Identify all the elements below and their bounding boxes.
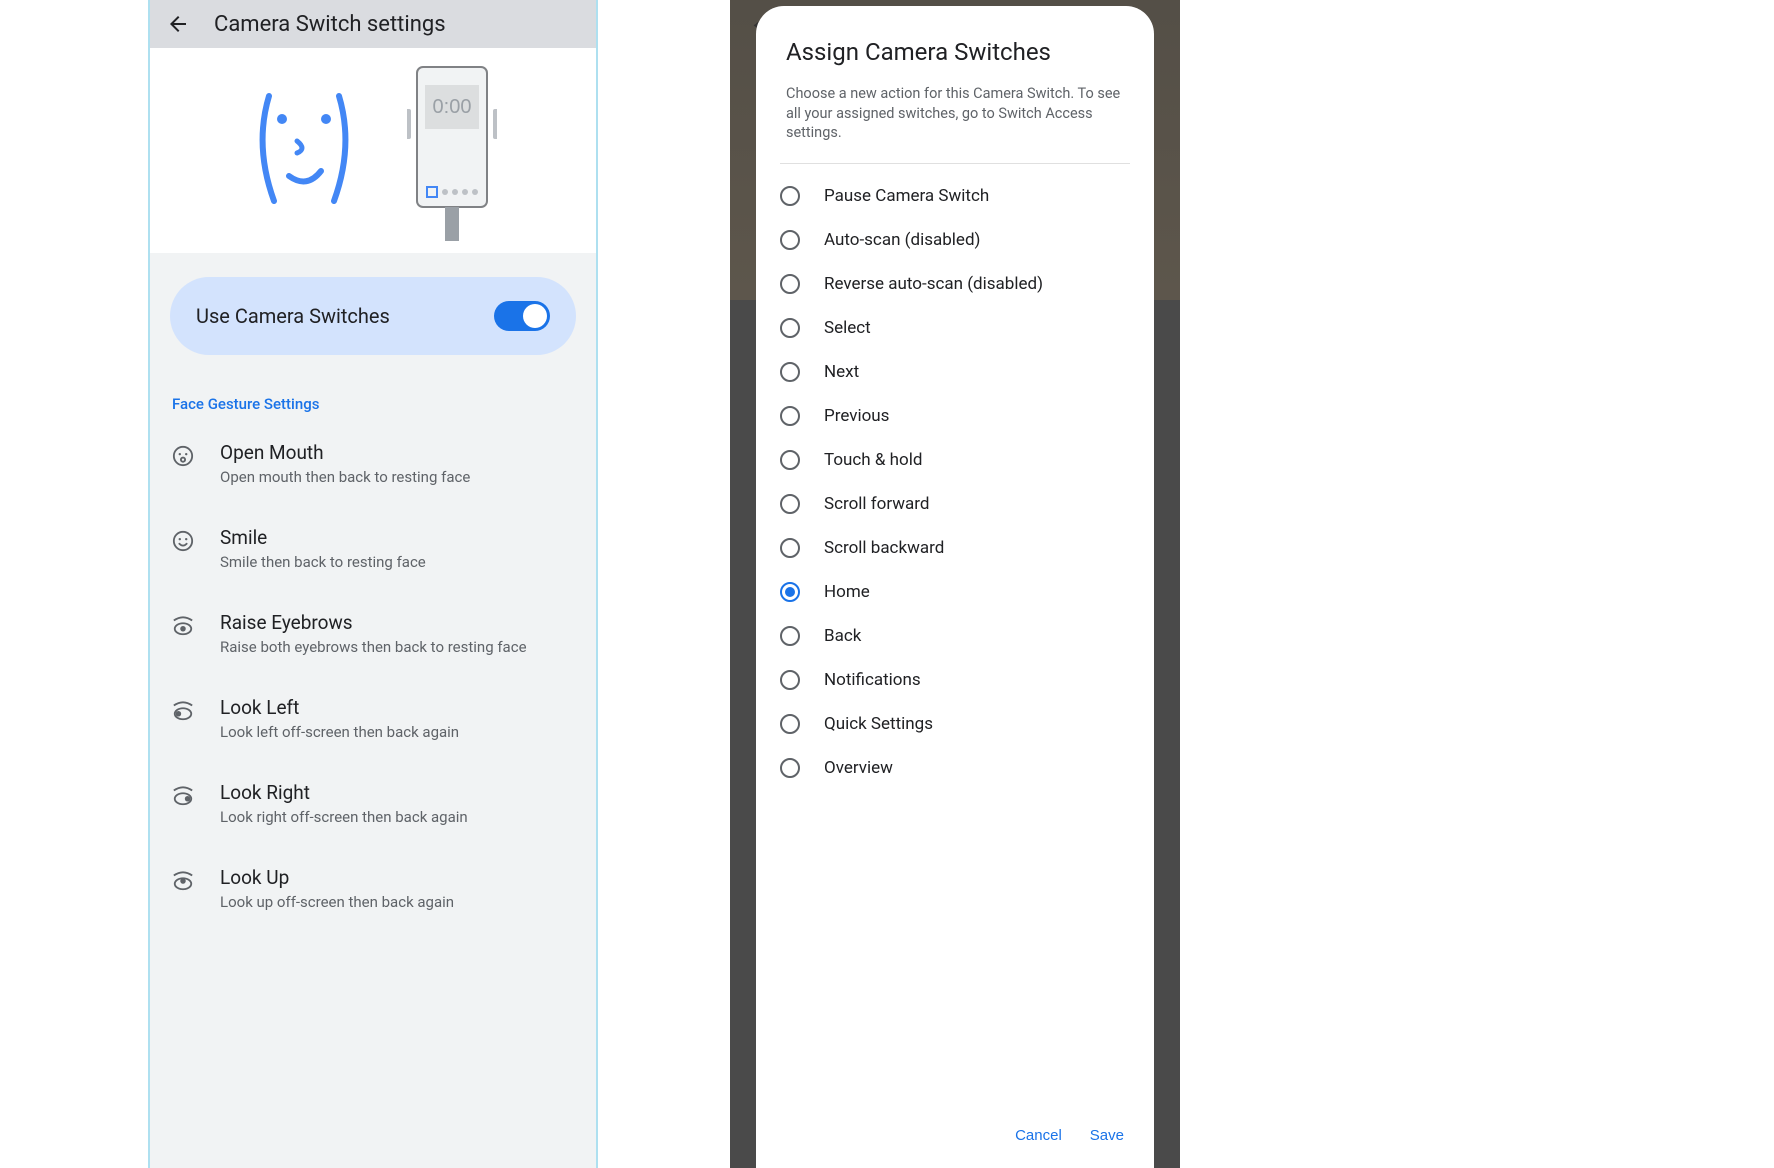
look-right-icon	[172, 785, 194, 807]
radio-option-overview[interactable]: Overview	[756, 746, 1154, 790]
radio-label: Touch & hold	[824, 450, 922, 470]
gesture-description: Look right off-screen then back again	[220, 808, 574, 826]
header-bar: Camera Switch settings	[150, 0, 596, 48]
gesture-title: Look Right	[220, 781, 574, 804]
svg-text:0:00: 0:00	[433, 96, 472, 118]
radio-label: Previous	[824, 406, 889, 426]
smile-icon	[172, 530, 194, 552]
radio-icon	[780, 714, 800, 734]
radio-icon	[780, 318, 800, 338]
radio-option-previous[interactable]: Previous	[756, 394, 1154, 438]
radio-icon	[780, 758, 800, 778]
face-icon	[249, 81, 359, 221]
settings-screen: Camera Switch settings 0:00 Use Camera S…	[148, 0, 598, 1168]
gesture-description: Look left off-screen then back again	[220, 723, 574, 741]
illustration-panel: 0:00	[150, 48, 596, 253]
radio-icon	[780, 538, 800, 558]
radio-icon	[780, 494, 800, 514]
gesture-description: Raise both eyebrows then back to resting…	[220, 638, 574, 656]
radio-label: Reverse auto-scan (disabled)	[824, 274, 1043, 294]
radio-icon	[780, 670, 800, 690]
gesture-title: Look Up	[220, 866, 574, 889]
face-gesture-section-label: Face Gesture Settings	[150, 379, 596, 421]
radio-option-quick-settings[interactable]: Quick Settings	[756, 702, 1154, 746]
radio-option-list: Pause Camera Switch Auto-scan (disabled) R…	[756, 164, 1154, 1107]
radio-icon	[780, 406, 800, 426]
gesture-title: Open Mouth	[220, 441, 574, 464]
dialog-actions: Cancel Save	[756, 1107, 1154, 1168]
radio-option-scroll-forward[interactable]: Scroll forward	[756, 482, 1154, 526]
radio-option-scroll-backward[interactable]: Scroll backward	[756, 526, 1154, 570]
radio-label: Auto-scan (disabled)	[824, 230, 980, 250]
radio-option-reverse-auto-scan-disabled-[interactable]: Reverse auto-scan (disabled)	[756, 262, 1154, 306]
radio-icon	[780, 582, 800, 602]
radio-option-pause-camera-switch[interactable]: Pause Camera Switch	[756, 174, 1154, 218]
radio-label: Quick Settings	[824, 714, 933, 734]
radio-option-next[interactable]: Next	[756, 350, 1154, 394]
gesture-description: Open mouth then back to resting face	[220, 468, 574, 486]
radio-icon	[780, 626, 800, 646]
radio-label: Select	[824, 318, 871, 338]
look-up-icon	[172, 870, 194, 892]
gesture-item-open-mouth[interactable]: Open Mouth Open mouth then back to restin…	[150, 421, 596, 506]
page-title: Camera Switch settings	[214, 12, 446, 37]
use-camera-switches-switch[interactable]	[494, 301, 550, 331]
radio-label: Back	[824, 626, 861, 646]
gesture-description: Look up off-screen then back again	[220, 893, 574, 911]
radio-label: Home	[824, 582, 870, 602]
gesture-title: Raise Eyebrows	[220, 611, 574, 634]
radio-option-home[interactable]: Home	[756, 570, 1154, 614]
gesture-title: Smile	[220, 526, 574, 549]
use-camera-switches-toggle-card[interactable]: Use Camera Switches	[170, 277, 576, 355]
phone-stand-icon: 0:00	[407, 61, 497, 241]
radio-icon	[780, 450, 800, 470]
radio-icon	[780, 230, 800, 250]
gesture-title: Look Left	[220, 696, 574, 719]
radio-label: Scroll forward	[824, 494, 930, 514]
assign-dialog: Assign Camera Switches Choose a new acti…	[756, 6, 1154, 1168]
radio-option-select[interactable]: Select	[756, 306, 1154, 350]
radio-label: Notifications	[824, 670, 921, 690]
radio-label: Overview	[824, 758, 893, 778]
dialog-title: Assign Camera Switches	[756, 38, 1154, 84]
radio-label: Scroll backward	[824, 538, 944, 558]
radio-icon	[780, 362, 800, 382]
radio-icon	[780, 186, 800, 206]
radio-option-touch-hold[interactable]: Touch & hold	[756, 438, 1154, 482]
gesture-item-look-right[interactable]: Look Right Look right off-screen then bac…	[150, 761, 596, 846]
dialog-description: Choose a new action for this Camera Swit…	[756, 84, 1154, 163]
save-button[interactable]: Save	[1090, 1127, 1124, 1144]
radio-icon	[780, 274, 800, 294]
open-mouth-icon	[172, 445, 194, 467]
radio-option-back[interactable]: Back	[756, 614, 1154, 658]
gesture-item-look-left[interactable]: Look Left Look left off-screen then back …	[150, 676, 596, 761]
use-camera-switches-label: Use Camera Switches	[196, 304, 390, 328]
gesture-description: Smile then back to resting face	[220, 553, 574, 571]
raise-eyebrows-icon	[172, 615, 194, 637]
cancel-button[interactable]: Cancel	[1015, 1127, 1062, 1144]
assign-dialog-screen: ← Assign Camera Switches Choose a new ac…	[730, 0, 1180, 1168]
gesture-list: Open Mouth Open mouth then back to restin…	[150, 421, 596, 931]
gesture-item-raise-eyebrows[interactable]: Raise Eyebrows Raise both eyebrows then b…	[150, 591, 596, 676]
radio-option-notifications[interactable]: Notifications	[756, 658, 1154, 702]
radio-label: Pause Camera Switch	[824, 186, 989, 206]
gesture-item-smile[interactable]: Smile Smile then back to resting face	[150, 506, 596, 591]
back-arrow-icon[interactable]	[166, 12, 190, 36]
radio-option-auto-scan-disabled-[interactable]: Auto-scan (disabled)	[756, 218, 1154, 262]
radio-label: Next	[824, 362, 859, 382]
gesture-item-look-up[interactable]: Look Up Look up off-screen then back agai…	[150, 846, 596, 931]
look-left-icon	[172, 700, 194, 722]
